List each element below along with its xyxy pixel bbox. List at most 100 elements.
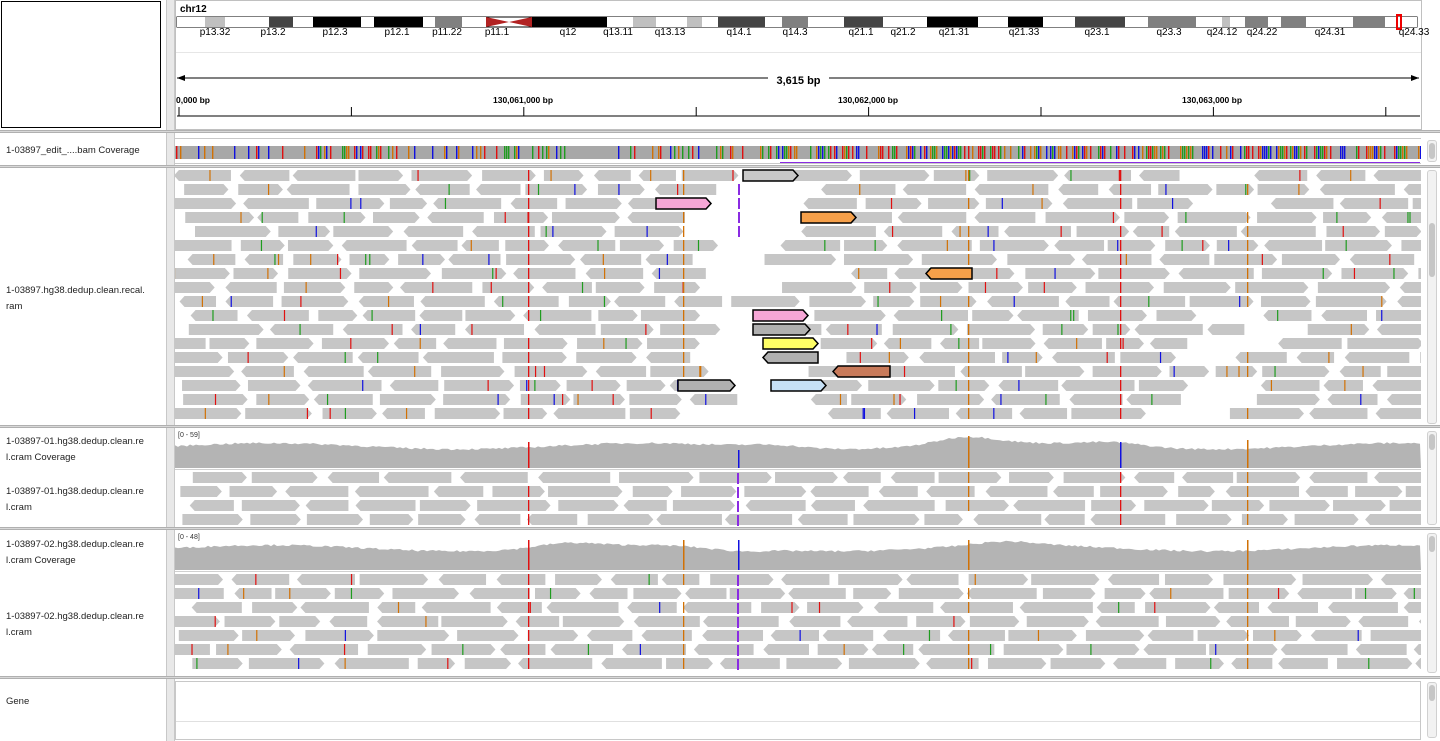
bam-mismatch-mark xyxy=(356,146,358,159)
name-panel-divider[interactable] xyxy=(166,0,175,741)
bam-mismatch-mark xyxy=(346,146,348,159)
mismatch xyxy=(204,408,206,419)
variant-mark xyxy=(968,352,970,363)
bam-mismatch-mark xyxy=(1244,146,1246,159)
sample02-scroll-thumb[interactable] xyxy=(1429,536,1435,552)
read xyxy=(269,324,334,335)
read xyxy=(1264,240,1323,251)
gene-track[interactable] xyxy=(175,681,1421,740)
read xyxy=(1107,240,1156,251)
bam-mismatch-mark xyxy=(856,146,858,159)
mismatch xyxy=(414,366,416,377)
mismatch xyxy=(387,296,390,307)
sample02-coverage-track[interactable]: [0 - 48] xyxy=(175,532,1421,572)
mismatch xyxy=(365,254,367,265)
read xyxy=(744,486,807,497)
bam-mismatch-mark xyxy=(1294,146,1296,159)
track-name-main-alignments[interactable]: 1-03897.hg38.dedup.clean.recal. ram xyxy=(6,283,145,315)
read xyxy=(848,658,920,669)
read xyxy=(838,574,903,585)
read xyxy=(461,240,499,251)
mismatch xyxy=(1210,658,1212,669)
bam-coverage-scroll-thumb[interactable] xyxy=(1429,143,1435,159)
bam-mismatch-mark xyxy=(1132,146,1134,159)
main-alignment-scrollbar[interactable] xyxy=(1427,170,1437,424)
read xyxy=(182,514,243,525)
mismatch xyxy=(1070,310,1072,321)
variant-mark xyxy=(1247,602,1249,613)
bam-mismatch-mark xyxy=(1278,146,1280,159)
read xyxy=(1090,514,1166,525)
read xyxy=(1267,602,1318,613)
bam-mismatch-mark xyxy=(954,146,956,159)
read xyxy=(175,240,232,251)
sample01-coverage-track[interactable]: [0 - 59] xyxy=(175,430,1421,470)
read xyxy=(1138,380,1189,391)
read xyxy=(1297,588,1352,599)
main-alignment-track[interactable] xyxy=(175,169,1421,425)
bam-coverage-scrollbar[interactable] xyxy=(1427,140,1437,162)
variant-mark xyxy=(1247,658,1249,669)
track-name-bam-coverage[interactable]: 1-03897_edit_....bam Coverage xyxy=(6,143,140,159)
read xyxy=(822,630,874,641)
read xyxy=(1096,602,1135,613)
read xyxy=(987,658,1047,669)
gene-scroll-thumb[interactable] xyxy=(1429,685,1435,701)
read xyxy=(919,282,963,293)
sample01-alignment-track[interactable] xyxy=(175,472,1421,527)
bam-mismatch-mark xyxy=(1298,146,1300,159)
read xyxy=(1347,338,1421,349)
sample01-scrollbar[interactable] xyxy=(1427,431,1437,525)
mismatch xyxy=(1106,352,1108,363)
bam-mismatch-mark xyxy=(1368,146,1370,159)
mismatch xyxy=(955,380,957,391)
variant-mark xyxy=(528,514,530,525)
read xyxy=(1149,588,1224,599)
variant-mark xyxy=(528,616,530,627)
read xyxy=(275,588,331,599)
read xyxy=(1177,212,1251,223)
read xyxy=(1069,394,1123,405)
mismatch xyxy=(371,310,373,321)
bam-mismatch-mark xyxy=(660,146,662,159)
sample02-scrollbar[interactable] xyxy=(1427,533,1437,673)
read xyxy=(1178,486,1215,497)
read xyxy=(367,366,432,377)
main-alignment-scroll-thumb[interactable] xyxy=(1429,223,1435,277)
read xyxy=(921,254,997,265)
read xyxy=(441,366,505,377)
mismatch xyxy=(337,254,339,265)
bam-mismatch-mark xyxy=(1264,146,1266,159)
mismatch xyxy=(648,574,650,585)
sample02-alignment-track[interactable] xyxy=(175,574,1421,675)
sample01-scroll-thumb[interactable] xyxy=(1429,434,1435,450)
mismatch xyxy=(1328,352,1330,363)
mismatch xyxy=(1076,338,1078,349)
read xyxy=(246,310,309,321)
track-name-sample01-coverage[interactable]: 1-03897-01.hg38.dedup.clean.re l.cram Co… xyxy=(6,434,144,466)
bam-mismatch-mark xyxy=(1206,146,1208,159)
bam-coverage-track[interactable] xyxy=(175,138,1421,164)
read xyxy=(940,602,1013,613)
track-name-gene[interactable]: Gene xyxy=(6,694,29,710)
gene-scrollbar[interactable] xyxy=(1427,682,1437,738)
track-name-sample02-coverage[interactable]: 1-03897-02.hg38.dedup.clean.re l.cram Co… xyxy=(6,537,144,569)
bam-mismatch-mark xyxy=(504,146,506,159)
track-name-sample01-alignments[interactable]: 1-03897-01.hg38.dedup.clean.re l.cram xyxy=(6,484,144,516)
track-name-sample02-alignments[interactable]: 1-03897-02.hg38.dedup.clean.re l.cram xyxy=(6,609,144,641)
ruler[interactable] xyxy=(175,104,1422,120)
read xyxy=(803,198,857,209)
mismatch xyxy=(369,254,371,265)
bam-mismatch-mark xyxy=(822,146,824,159)
read xyxy=(656,514,722,525)
mismatch xyxy=(550,170,552,181)
bam-mismatch-mark xyxy=(1102,146,1104,159)
bam-mismatch-mark xyxy=(1396,146,1398,159)
bam-mismatch-mark xyxy=(1268,146,1270,159)
mismatch xyxy=(818,602,821,613)
variant-mark xyxy=(1247,644,1249,655)
read xyxy=(565,198,622,209)
variant-mark xyxy=(968,394,970,405)
read xyxy=(457,630,519,641)
read xyxy=(192,658,243,669)
